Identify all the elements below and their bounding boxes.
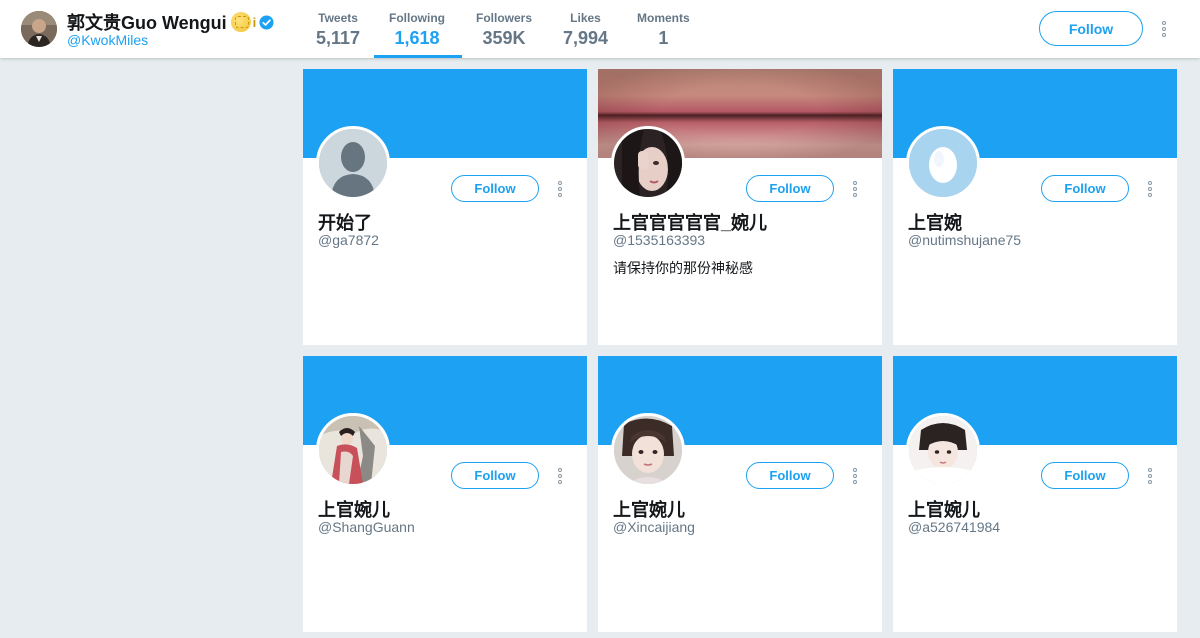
- user-card[interactable]: Follow 上官婉儿 @ShangGuann: [303, 356, 587, 632]
- active-tab-indicator: [374, 55, 462, 58]
- stat-value: 359K: [482, 28, 526, 48]
- profile-nav-bar: 郭文贵Guo Wengui i @KwokMiles Tweets 5,117 …: [0, 0, 1200, 58]
- user-card[interactable]: Follow 开始了 @ga7872: [303, 69, 587, 345]
- follow-button[interactable]: Follow: [746, 462, 834, 489]
- user-avatar-photo[interactable]: [611, 413, 685, 487]
- stat-tweets[interactable]: Tweets 5,117: [316, 11, 360, 49]
- stat-label: Likes: [570, 11, 601, 25]
- follow-button[interactable]: Follow: [1041, 462, 1129, 489]
- painting-avatar-image[interactable]: [316, 413, 390, 487]
- stat-followers[interactable]: Followers 359K: [476, 11, 532, 49]
- follow-button[interactable]: Follow: [451, 462, 539, 489]
- more-options-icon[interactable]: [555, 180, 565, 198]
- follow-button[interactable]: Follow: [1041, 175, 1129, 202]
- more-options-icon[interactable]: [850, 180, 860, 198]
- user-card[interactable]: Follow 上官婉儿 @Xincaijiang: [598, 356, 882, 632]
- more-options-icon[interactable]: [555, 467, 565, 485]
- stat-label: Following: [389, 11, 445, 25]
- profile-handle[interactable]: @KwokMiles: [67, 32, 148, 48]
- card-handle[interactable]: @ga7872: [318, 232, 379, 248]
- user-avatar-photo[interactable]: [611, 126, 685, 200]
- follow-button[interactable]: Follow: [451, 175, 539, 202]
- stat-value: 5,117: [316, 28, 361, 48]
- stat-value: 1,618: [394, 28, 440, 48]
- stat-following[interactable]: Following 1,618: [389, 11, 445, 49]
- emoji-icon: [230, 12, 251, 32]
- stat-value: 1: [658, 28, 669, 48]
- more-options-icon[interactable]: [1145, 180, 1155, 198]
- user-avatar-photo[interactable]: [906, 413, 980, 487]
- default-avatar-icon[interactable]: [316, 126, 390, 200]
- stat-value: 7,994: [563, 28, 609, 48]
- verified-badge-icon: [259, 14, 274, 30]
- card-handle[interactable]: @1535163393: [613, 232, 705, 248]
- follow-button[interactable]: Follow: [746, 175, 834, 202]
- more-options-icon[interactable]: [1145, 467, 1155, 485]
- egg-avatar-icon[interactable]: [906, 126, 980, 200]
- user-card[interactable]: Follow 上官婉 @nutimshujane75: [893, 69, 1177, 345]
- more-options-icon[interactable]: [1158, 17, 1170, 41]
- name-suffix: i: [252, 14, 257, 30]
- card-handle[interactable]: @Xincaijiang: [613, 519, 695, 535]
- card-handle[interactable]: @ShangGuann: [318, 519, 415, 535]
- card-handle[interactable]: @nutimshujane75: [908, 232, 1021, 248]
- stat-label: Moments: [637, 11, 690, 25]
- stat-label: Tweets: [318, 11, 358, 25]
- profile-avatar[interactable]: [21, 11, 57, 47]
- card-bio: 请保持你的那份神秘感: [613, 260, 753, 276]
- more-options-icon[interactable]: [850, 467, 860, 485]
- user-card[interactable]: Follow 上官婉儿 @a526741984: [893, 356, 1177, 632]
- user-card[interactable]: Follow 上官官官官官_婉儿 @1535163393 请保持你的那份神秘感: [598, 69, 882, 345]
- follow-profile-button[interactable]: Follow: [1039, 11, 1143, 46]
- stat-moments[interactable]: Moments 1: [637, 11, 690, 49]
- stat-likes[interactable]: Likes 7,994: [563, 11, 608, 49]
- stat-label: Followers: [476, 11, 533, 25]
- card-handle[interactable]: @a526741984: [908, 519, 1000, 535]
